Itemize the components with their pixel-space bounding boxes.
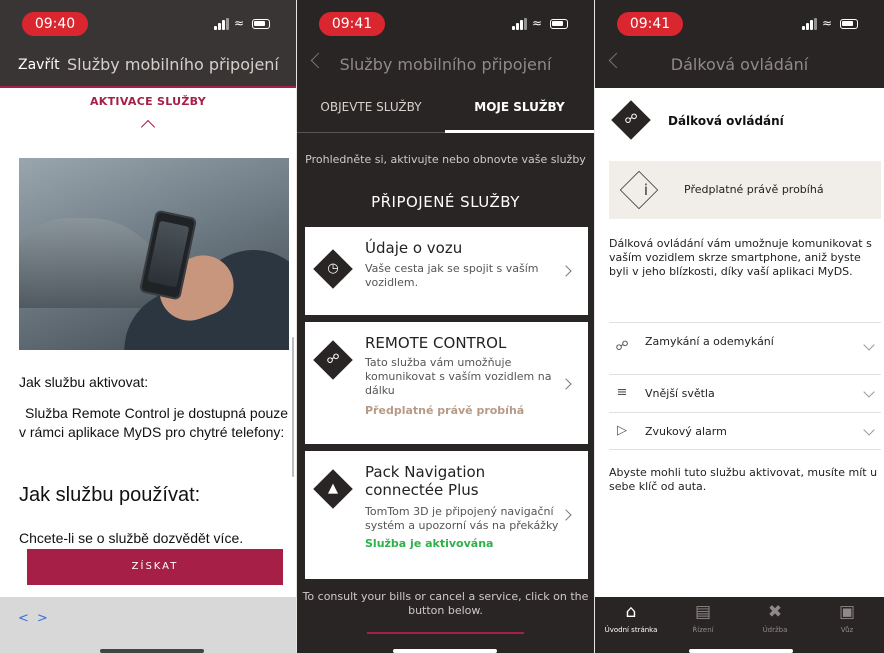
- home-icon: ⌂: [625, 602, 637, 622]
- back-arrow-icon[interactable]: <: [18, 611, 37, 626]
- page-title: Dálková ovládání: [670, 55, 809, 74]
- activate-text: Služba Remote Control je dostupná pouze …: [19, 405, 289, 440]
- feature-label: Zvukový alarm: [645, 425, 727, 438]
- page-title: Služby mobilního připojení: [339, 55, 552, 74]
- lock-icon: ☍: [615, 339, 629, 354]
- feature-label: Vnější světla: [645, 387, 715, 400]
- wifi-icon: ≈: [532, 16, 543, 30]
- how-activate-heading: Jak službu aktivovat:: [19, 374, 149, 390]
- screen-service-activation: 09:40 ≈ Zavřít Služby mobilního připojen…: [0, 0, 296, 653]
- browser-bottom-bar: <>: [0, 597, 296, 653]
- footer-accent-line: [367, 632, 524, 634]
- tab-discover-services[interactable]: OBJEVTE SLUŽBY: [297, 87, 445, 133]
- battery-icon: [252, 19, 270, 29]
- status-bar: 09:40 ≈: [0, 0, 296, 50]
- tab-bar: OBJEVTE SLUŽBY MOJE SLUŽBY: [297, 87, 594, 133]
- signal-icon: [214, 18, 230, 30]
- card-description: Tato služba vám umožňuje komunikovat s v…: [365, 356, 552, 397]
- scrollbar[interactable]: [292, 337, 294, 477]
- subscription-banner: i Předplatné právě probíhá: [609, 161, 881, 219]
- intro-text: Prohledněte si, aktivujte nebo obnovte v…: [305, 153, 586, 166]
- tools-icon: ✖: [767, 602, 783, 622]
- chart-icon: ▤: [694, 602, 712, 622]
- card-description: TomTom 3D je připojený navigační systém …: [365, 505, 559, 532]
- tab-vehicle[interactable]: ▣ Vůz: [811, 601, 883, 645]
- more-info-text: Chcete-li se o službě dozvědět více.: [19, 530, 244, 546]
- get-button[interactable]: ZÍSKAT: [27, 549, 283, 585]
- home-indicator: [393, 649, 497, 653]
- feature-label: Zamykání a odemykání: [645, 335, 774, 348]
- card-status-active: Služba je aktivována: [365, 537, 494, 550]
- status-bar: 09:41 ≈: [595, 0, 884, 50]
- remote-lock-icon: ☍: [611, 100, 651, 140]
- activation-label: AKTIVACE SLUŽBY: [89, 95, 207, 108]
- chevron-down-icon: [863, 424, 875, 436]
- service-description: Dálková ovládání vám umožnuje komunikova…: [609, 237, 872, 278]
- signal-icon: [802, 18, 818, 30]
- battery-icon: [550, 19, 568, 29]
- navigation-arrow-icon: ▲: [313, 469, 353, 509]
- how-use-heading: Jak službu používat:: [19, 484, 201, 506]
- bottom-tab-bar: ⌂ Úvodní stránka ▤ Řízení ✖ Údržba ▣ Vůz: [595, 597, 884, 653]
- signal-icon: [512, 18, 528, 30]
- status-time: 09:40: [22, 12, 88, 36]
- status-bar: 09:41 ≈: [297, 0, 594, 50]
- card-description: Vaše cesta jak se spojit s vaším vozidle…: [365, 262, 539, 289]
- content-area: Jak službu aktivovat: Služba Remote Cont…: [0, 154, 296, 597]
- gauge-icon: ◷: [313, 249, 353, 289]
- screen-remote-controls: 09:41 ≈ Dálková ovládání ☍ Dálková ovlád…: [595, 0, 884, 653]
- wifi-icon: ≈: [234, 16, 245, 30]
- home-indicator: [689, 649, 793, 653]
- section-title: PŘIPOJENÉ SLUŽBY: [371, 193, 520, 211]
- home-indicator: [100, 649, 204, 653]
- tab-home[interactable]: ⌂ Úvodní stránka: [595, 601, 667, 645]
- tab-maintenance[interactable]: ✖ Údržba: [739, 601, 811, 645]
- card-status-pending: Předplatné právě probíhá: [365, 404, 525, 417]
- activation-header[interactable]: AKTIVACE SLUŽBY: [0, 88, 296, 154]
- service-card-remote-control[interactable]: ☍ REMOTE CONTROL Tato služba vám umožňuj…: [305, 322, 588, 444]
- card-title: Údaje o vozu: [365, 239, 463, 257]
- car-icon: ▣: [838, 602, 856, 622]
- chevron-up-icon[interactable]: [140, 119, 156, 135]
- status-time: 09:41: [617, 12, 683, 36]
- wifi-icon: ≈: [822, 16, 833, 30]
- headlight-icon: ≡: [616, 385, 628, 400]
- status-icons: ≈: [802, 16, 860, 32]
- tab-driving[interactable]: ▤ Řízení: [667, 601, 739, 645]
- hero-image: [19, 158, 289, 350]
- feature-row-alarm[interactable]: ▷ Zvukový alarm: [609, 412, 881, 450]
- feature-row-lock[interactable]: ☍ Zamykání a odemykání: [609, 322, 881, 374]
- horn-icon: ▷: [617, 423, 627, 438]
- card-title: Pack Navigation connectée Plus: [365, 463, 486, 499]
- page-title: Služby mobilního připojení: [67, 55, 279, 74]
- forward-arrow-icon[interactable]: >: [37, 611, 56, 626]
- status-time: 09:41: [319, 12, 385, 36]
- card-title: REMOTE CONTROL: [365, 334, 507, 352]
- feature-row-lights[interactable]: ≡ Vnější světla: [609, 374, 881, 412]
- remote-lock-icon: ☍: [313, 340, 353, 380]
- chevron-right-icon: [560, 509, 572, 521]
- footer-text: To consult your bills or cancel a servic…: [302, 590, 589, 617]
- status-icons: ≈: [512, 16, 570, 32]
- close-button[interactable]: Zavřít: [18, 57, 60, 73]
- status-icons: ≈: [214, 16, 272, 32]
- chevron-right-icon: [560, 378, 572, 390]
- chevron-right-icon: [560, 265, 572, 277]
- battery-icon: [840, 19, 858, 29]
- service-card-vehicle-data[interactable]: ◷ Údaje o vozu Vaše cesta jak se spojit …: [305, 227, 588, 315]
- active-tab-underline: [445, 130, 594, 133]
- tab-my-services[interactable]: MOJE SLUŽBY: [445, 87, 594, 133]
- screen-my-services: 09:41 ≈ Služby mobilního připojení OBJEV…: [297, 0, 594, 653]
- chevron-down-icon: [863, 386, 875, 398]
- service-card-navigation[interactable]: ▲ Pack Navigation connectée Plus TomTom …: [305, 451, 588, 579]
- activation-note: Abyste mohli tuto službu aktivovat, musí…: [609, 466, 878, 493]
- banner-text: Předplatné právě probíhá: [684, 183, 824, 196]
- browser-nav: <>: [18, 611, 56, 626]
- chevron-down-icon: [863, 339, 875, 351]
- service-title: Dálková ovládání: [668, 114, 784, 128]
